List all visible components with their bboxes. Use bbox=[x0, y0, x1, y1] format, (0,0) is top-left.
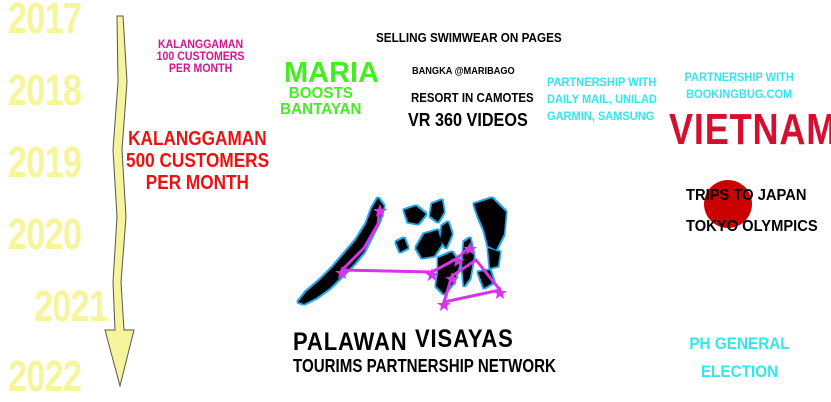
bangka-text: BANGKA @MARIBAGO bbox=[412, 66, 515, 77]
resort-text: RESORT IN CAMOTES bbox=[411, 90, 534, 105]
maria-sub-block: BOOSTS BANTAYAN bbox=[280, 86, 362, 118]
kalanggaman-500-line1: KALANGGAMAN bbox=[128, 128, 267, 150]
japan-line2: TOKYO OLYMPICS bbox=[686, 218, 818, 235]
partnership-booking-block: PARTNERSHIP WITH BOOKINGBUG.COM bbox=[684, 69, 794, 103]
philippines-map-icon bbox=[298, 198, 507, 311]
palawan-label: PALAWAN bbox=[293, 328, 408, 356]
maria-sub-line2: BANTAYAN bbox=[280, 101, 362, 118]
kalanggaman-100-block: KALANGGAMAN 100 CUSTOMERS PER MONTH bbox=[146, 38, 255, 74]
year-2021: 2021 bbox=[34, 282, 108, 331]
partnership-booking-line2: BOOKINGBUG.COM bbox=[686, 87, 793, 101]
timeline-arrow-icon bbox=[104, 15, 135, 388]
kalanggaman-500-block: KALANGGAMAN 500 CUSTOMERS PER MONTH bbox=[126, 128, 269, 194]
year-2020: 2020 bbox=[8, 210, 82, 259]
election-line1: PH GENERAL bbox=[689, 334, 790, 353]
kalanggaman-500-line3: PER MONTH bbox=[145, 172, 249, 194]
year-2017: 2017 bbox=[8, 0, 82, 43]
election-line2: ELECTION bbox=[700, 362, 779, 381]
partnership-media-line2: DAILY MAIL, UNILAD bbox=[547, 92, 657, 106]
partnership-media-block: PARTNERSHIP WITH DAILY MAIL, UNILAD GARM… bbox=[547, 74, 657, 125]
election-block: PH GENERAL ELECTION bbox=[672, 330, 807, 386]
year-2019: 2019 bbox=[8, 138, 82, 187]
year-2018: 2018 bbox=[8, 66, 82, 115]
visayas-label: VISAYAS bbox=[415, 325, 514, 353]
japan-line1: TRIPS TO JAPAN bbox=[686, 187, 807, 204]
year-2022: 2022 bbox=[8, 352, 82, 401]
kalanggaman-100-line3: PER MONTH bbox=[168, 61, 233, 75]
partnership-booking-line1: PARTNERSHIP WITH bbox=[684, 70, 794, 84]
kalanggaman-500-line2: 500 CUSTOMERS bbox=[126, 150, 270, 172]
network-label: TOURIMS PARTNERSHIP NETWORK bbox=[293, 356, 556, 376]
swimwear-text: SELLING SWIMWEAR ON PAGES bbox=[376, 30, 562, 45]
maria-sub-line1: BOOSTS bbox=[288, 85, 353, 102]
vietnam-text: VIETNAM bbox=[669, 105, 831, 154]
partnership-media-line1: PARTNERSHIP WITH bbox=[547, 75, 657, 89]
partnership-media-line3: GARMIN, SAMSUNG bbox=[547, 109, 655, 123]
japan-block: TRIPS TO JAPAN TOKYO OLYMPICS bbox=[686, 180, 818, 242]
maria-title: MARIA bbox=[284, 57, 380, 89]
vr-text: VR 360 VIDEOS bbox=[408, 110, 528, 130]
